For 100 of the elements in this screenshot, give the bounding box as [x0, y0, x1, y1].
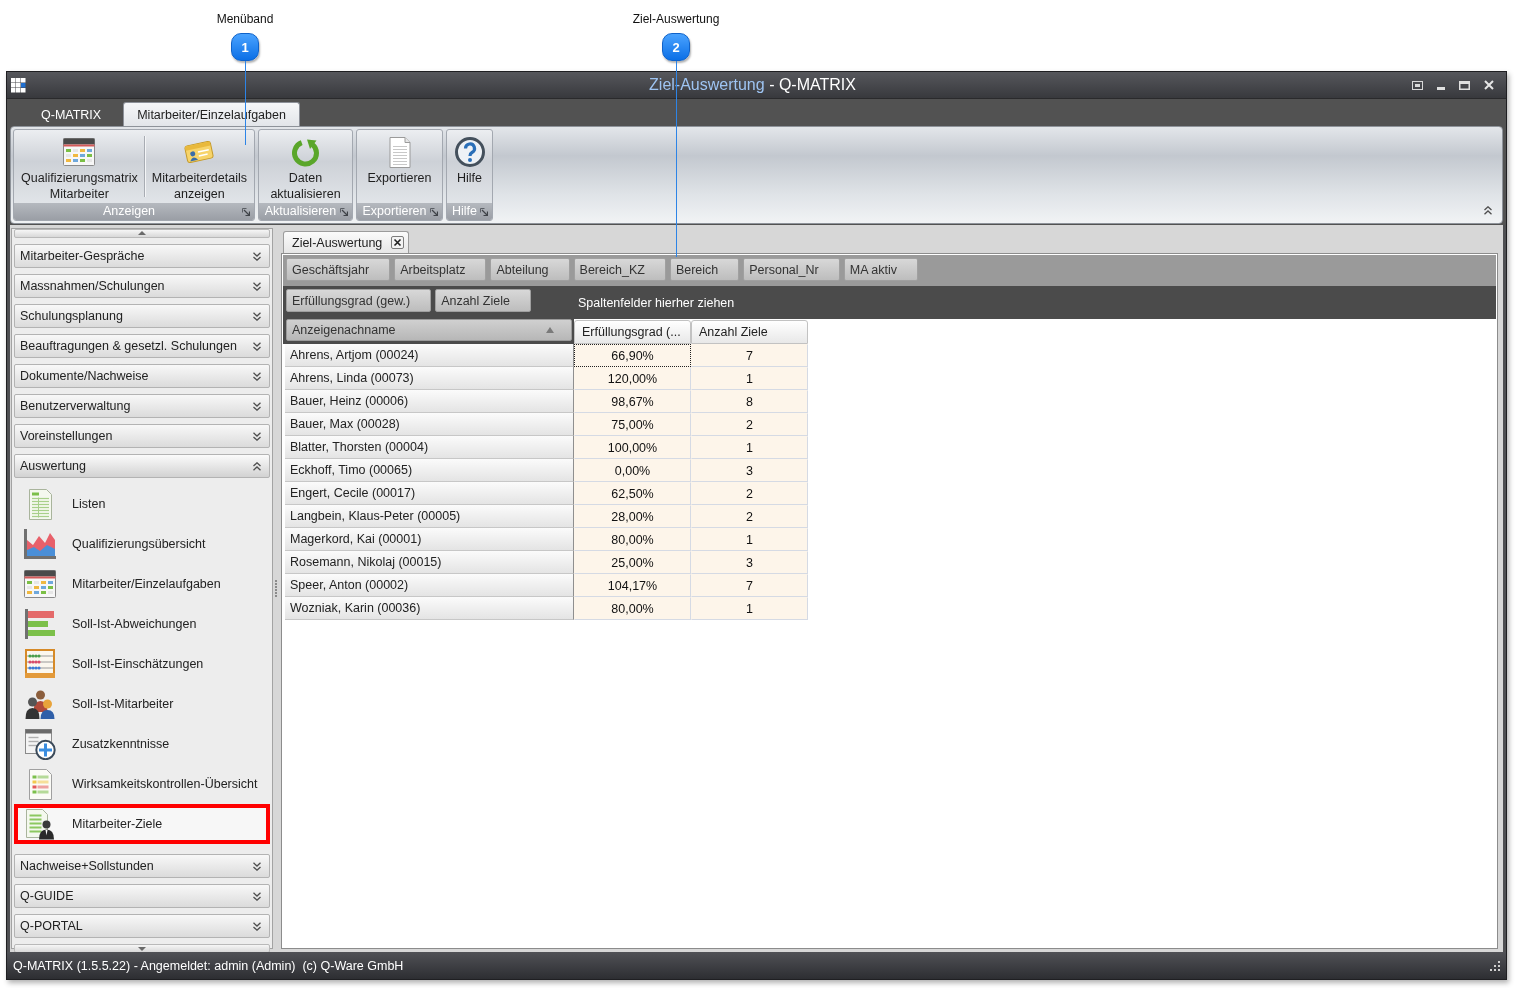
ribbon-button[interactable]: Hilfe: [449, 134, 490, 186]
checklist-document-icon: [28, 768, 52, 800]
row-header-cell: Ahrens, Artjom (00024): [285, 344, 574, 367]
callout-badge: 2: [662, 33, 690, 61]
sidebar-item[interactable]: Soll-Ist-Einschätzungen: [14, 644, 270, 684]
table-cell: 3: [691, 551, 808, 574]
sidebar-item[interactable]: Qualifizierungsübersicht: [14, 524, 270, 564]
data-field-button[interactable]: Anzahl Ziele: [435, 289, 531, 312]
document-person-icon: [26, 808, 54, 840]
sidebar-group-header[interactable]: Mitarbeiter-Gespräche: [14, 244, 270, 268]
help-icon: [454, 137, 485, 167]
table-cell: 28,00%: [574, 505, 691, 528]
sidebar-group-header[interactable]: Auswertung: [14, 454, 270, 478]
fullscreen-icon[interactable]: [1412, 80, 1423, 90]
group-label: Anzeigen: [101, 203, 157, 220]
filter-field-button[interactable]: Bereich_KZ: [573, 258, 666, 281]
table-cell: 75,00%: [574, 413, 691, 436]
table-cell: 7: [691, 574, 808, 597]
dialog-launcher-icon[interactable]: [242, 207, 250, 216]
column-header[interactable]: Erfüllungsgrad (...: [574, 320, 691, 344]
sidebar-item[interactable]: Listen: [14, 484, 270, 524]
double-chevron-down-icon: [253, 341, 261, 351]
ribbon-button[interactable]: Mitarbeiterdetails anzeigen: [146, 134, 252, 202]
dialog-launcher-icon[interactable]: [340, 207, 348, 216]
column-drop-hint: Spaltenfelder hierher ziehen: [577, 296, 735, 310]
sidebar-group-header[interactable]: Benutzerverwaltung: [14, 394, 270, 418]
sidebar-group-header[interactable]: Beauftragungen & gesetzl. Schulungen: [14, 334, 270, 358]
table-cell: 2: [691, 413, 808, 436]
group-label: Aktualisieren: [263, 203, 338, 220]
close-icon[interactable]: [391, 236, 405, 249]
group-label: Hilfe: [451, 203, 478, 220]
column-header[interactable]: Anzahl Ziele: [691, 320, 808, 344]
sidebar-item[interactable]: Wirksamkeitskontrollen-Übersicht: [14, 764, 270, 804]
area-chart-icon: [24, 529, 56, 559]
double-chevron-down-icon: [253, 921, 261, 931]
table-cell: 120,00%: [574, 367, 691, 390]
filter-field-button[interactable]: Abteilung: [490, 258, 570, 281]
table-cell: 2: [691, 482, 808, 505]
callout-badge: 1: [231, 33, 259, 61]
sidebar-group-header[interactable]: Nachweise+Sollstunden: [14, 854, 270, 878]
sidebar-item[interactable]: Zusatzkenntnisse: [14, 724, 270, 764]
row-header-cell: Eckhoff, Timo (00065): [285, 459, 574, 482]
sidebar-group-header[interactable]: Dokumente/Nachweise: [14, 364, 270, 388]
maximize-icon[interactable]: [1459, 80, 1470, 90]
double-chevron-down-icon: [253, 251, 261, 261]
ribbon-button[interactable]: Daten aktualisieren: [261, 134, 350, 202]
table-cell: 1: [691, 528, 808, 551]
table-cell: 1: [691, 436, 808, 459]
row-header-cell: Wozniak, Karin (00036): [285, 597, 574, 620]
table-grid-icon: [24, 570, 56, 598]
sidebar-item[interactable]: Mitarbeiter/Einzelaufgaben: [14, 564, 270, 604]
double-chevron-down-icon: [253, 891, 261, 901]
table-cell: 25,00%: [574, 551, 691, 574]
sidebar-group-header[interactable]: Voreinstellungen: [14, 424, 270, 448]
row-header-cell: Magerkord, Kai (00001): [285, 528, 574, 551]
sidebar-group-header[interactable]: Schulungsplanung: [14, 304, 270, 328]
spreadsheet-document-icon: [28, 488, 52, 520]
filter-field-button[interactable]: MA aktiv: [843, 258, 918, 281]
dialog-launcher-icon[interactable]: [430, 207, 438, 216]
refresh-arrow-icon: [291, 137, 320, 167]
bar-chart-icon: [25, 609, 55, 639]
filter-field-button[interactable]: Bereich: [669, 258, 740, 281]
sidebar-group-header[interactable]: Q-GUIDE: [14, 884, 270, 908]
abacus-icon: [25, 649, 55, 679]
row-header-cell: Engert, Cecile (00017): [285, 482, 574, 505]
table-cell: 80,00%: [574, 528, 691, 551]
table-cell: 3: [691, 459, 808, 482]
caret-up-icon: [138, 231, 146, 235]
table-cell: 1: [691, 597, 808, 620]
document-icon: [388, 136, 411, 168]
row-header-cell: Rosemann, Nikolaj (00015): [285, 551, 574, 574]
ribbon-button[interactable]: Qualifizierungsmatrix Mitarbeiter: [16, 134, 143, 202]
row-header-cell: Speer, Anton (00002): [285, 574, 574, 597]
dialog-launcher-icon[interactable]: [480, 207, 488, 216]
callout-label: Ziel-Auswertung: [632, 12, 720, 27]
table-cell: 80,00%: [574, 597, 691, 620]
document-tab[interactable]: Ziel-Auswertung: [283, 231, 410, 253]
row-header-cell: Bauer, Max (00028): [285, 413, 574, 436]
people-group-icon: [25, 689, 55, 719]
filter-field-button[interactable]: Arbeitsplatz: [394, 258, 487, 281]
row-field-button[interactable]: Anzeigenachname: [286, 319, 572, 341]
sidebar-item[interactable]: Soll-Ist-Mitarbeiter: [14, 684, 270, 724]
table-cell: 1: [691, 367, 808, 390]
sidebar-item[interactable]: Soll-Ist-Abweichungen: [14, 604, 270, 644]
ribbon-button[interactable]: Exportieren: [359, 134, 440, 186]
app-grid-icon: [11, 77, 26, 93]
sidebar-group-header[interactable]: Massnahmen/Schulungen: [14, 274, 270, 298]
row-header-cell: Bauer, Heinz (00006): [285, 390, 574, 413]
data-field-button[interactable]: Erfüllungsgrad (gew.): [286, 289, 432, 312]
minimize-icon[interactable]: [1437, 86, 1445, 90]
double-chevron-up-icon: [253, 461, 261, 471]
sidebar-item[interactable]: Mitarbeiter-Ziele: [14, 804, 270, 844]
status-text: Q-MATRIX (1.5.5.22) - Angemeldet: admin (Admin) (c) Q-Ware GmbH: [13, 958, 404, 973]
double-chevron-down-icon: [253, 431, 261, 441]
table-cell: 0,00%: [574, 459, 691, 482]
resize-grip-icon[interactable]: [1490, 960, 1500, 971]
filter-field-button[interactable]: Geschäftsjahr: [286, 258, 391, 281]
filter-field-button[interactable]: Personal_Nr: [743, 258, 840, 281]
ribbon-tab[interactable]: Q-MATRIX: [20, 102, 123, 126]
sidebar-group-header[interactable]: Q-PORTAL: [14, 914, 270, 938]
